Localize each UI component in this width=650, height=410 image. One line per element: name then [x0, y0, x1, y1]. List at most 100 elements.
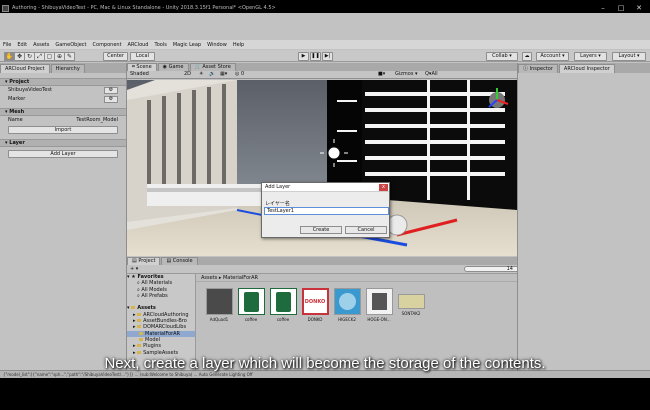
gear-icon[interactable]: ⚙ — [104, 87, 118, 94]
add-layer-button[interactable]: Add Layer — [8, 150, 118, 158]
collab-dropdown[interactable]: Collab ▾ — [486, 52, 518, 61]
play-button[interactable]: ▶ — [298, 52, 309, 61]
close-icon[interactable]: x — [379, 184, 388, 191]
folder-icon — [137, 319, 142, 323]
folder-icon — [137, 325, 142, 329]
import-button[interactable]: Import — [8, 126, 118, 134]
asset-thumbnail — [397, 294, 425, 309]
asset-label: HIGECK2 — [338, 317, 356, 322]
asset-label: DONKO — [307, 317, 323, 322]
menu-assets[interactable]: Assets — [33, 42, 49, 48]
asset-item[interactable]: HOGE-ON... — [364, 288, 394, 322]
layer-header-label: Layer — [9, 140, 25, 146]
video-subtitle: Next, create a layer which will become t… — [104, 355, 546, 372]
menu-window[interactable]: Window — [207, 42, 227, 48]
tab-scene-label: Scene — [136, 64, 152, 70]
asset-item[interactable]: DONKO DONKO — [300, 288, 330, 322]
layers-dropdown[interactable]: Layers ▾ — [574, 52, 607, 61]
dialog-title: Add Layer — [262, 183, 389, 192]
asset-thumbnail — [237, 288, 265, 315]
effects-dropdown-icon[interactable]: ▦▾ — [220, 71, 227, 78]
camera-settings-icon[interactable]: ■▾ — [378, 71, 385, 78]
minimize-button[interactable]: – — [594, 3, 612, 13]
cancel-button[interactable]: Cancel — [345, 226, 387, 234]
scene-search-placeholder: All — [431, 71, 438, 77]
asset-item[interactable]: coffee — [268, 288, 298, 322]
asset-label: HOGE-ON... — [367, 317, 391, 322]
asset-label: AdQuad1 — [209, 317, 229, 322]
title-bar: Authoring - ShibuyaVideoTest - PC, Mac &… — [0, 3, 650, 13]
asset-item[interactable]: HIGECK2 — [332, 288, 362, 322]
add-layer-dialog: Add Layer x レイヤー名 TestLayer1 Create Canc… — [261, 182, 390, 238]
scene-toolbar: Shaded 2D ☀ 🔊 ▦▾ ◎ 0 ■▾ Gizmos ▾ Q▾ All — [127, 71, 517, 79]
pivot-toggle[interactable]: Center — [103, 52, 128, 61]
menu-magic-leap[interactable]: Magic Leap — [173, 42, 201, 48]
unity-logo-icon — [2, 4, 9, 12]
audio-toggle-icon[interactable]: 🔊 — [209, 71, 215, 78]
unity-editor-window: Authoring - ShibuyaVideoTest - PC, Mac &… — [0, 0, 650, 378]
2d-toggle[interactable]: 2D — [184, 71, 191, 78]
asset-item[interactable]: AdQuad1 — [204, 288, 234, 322]
project-header-label: Project — [9, 79, 30, 85]
tree-label: DOMARCloudLibs — [143, 324, 187, 331]
transform-tools: ✋ ✥ ↻ ⤢ ▢ ⊕ ✎ — [4, 52, 75, 61]
create-dropdown[interactable]: + ▾ — [130, 266, 138, 272]
tree-label: AssetBundles-Bro — [143, 318, 187, 325]
pause-button[interactable]: ❚❚ — [310, 52, 321, 61]
asset-label: SONTAK2 — [401, 311, 421, 316]
tab-console[interactable]: ▤ Console — [161, 257, 198, 265]
shading-mode-dropdown[interactable]: Shaded — [130, 71, 149, 78]
folder-icon — [139, 331, 143, 335]
layer-name-input[interactable]: TestLayer1 — [264, 207, 389, 215]
tab-hierarchy[interactable]: Hierarchy — [50, 64, 85, 73]
folder-icon — [139, 337, 143, 341]
menu-help[interactable]: Help — [233, 42, 244, 48]
project-item[interactable]: Marker ⚙ — [0, 95, 126, 104]
custom-tool-icon[interactable]: ✎ — [64, 52, 75, 61]
tab-game[interactable]: ◉ Game — [157, 63, 189, 71]
tab-scene[interactable]: ⌗ Scene — [127, 63, 157, 71]
step-button[interactable]: ▶| — [322, 52, 333, 61]
tab-arcloud-project[interactable]: ARCloud Project — [0, 64, 50, 73]
gizmos-dropdown[interactable]: Gizmos ▾ — [395, 71, 418, 78]
tab-asset-store[interactable]: 🛒 Asset Store — [189, 63, 236, 71]
gear-icon[interactable]: ⚙ — [104, 96, 118, 103]
maximize-button[interactable]: □ — [612, 3, 630, 13]
asset-thumbnail — [269, 288, 297, 315]
asset-item[interactable]: SONTAK2 — [396, 288, 426, 316]
menu-edit[interactable]: Edit — [17, 42, 27, 48]
menu-component[interactable]: Component — [93, 42, 122, 48]
asset-label: coffee — [276, 317, 290, 322]
hidden-objects-icon[interactable]: ◎ 0 — [235, 71, 244, 78]
menu-tools[interactable]: Tools — [154, 42, 166, 48]
project-section-header[interactable]: ▾ Project — [0, 78, 126, 86]
menu-file[interactable]: File — [3, 42, 11, 48]
space-toggle[interactable]: Local — [130, 52, 155, 61]
account-dropdown[interactable]: Account ▾ — [536, 52, 569, 61]
scene-search-field[interactable]: Q▾ All — [425, 71, 438, 78]
tab-inspector-label: Inspector — [529, 66, 553, 72]
mesh-section-header[interactable]: ▾ Mesh — [0, 108, 126, 116]
project-tabs: ▤ Project ▤ Console — [127, 257, 517, 265]
breadcrumb[interactable]: Assets ▸ MaterialForAR — [196, 274, 517, 282]
tab-arcloud-inspector[interactable]: ARCloud Inspector — [558, 64, 615, 73]
menu-gameobject[interactable]: GameObject — [55, 42, 86, 48]
zoom-slider-value[interactable]: 14 — [507, 266, 513, 272]
lighting-toggle-icon[interactable]: ☀ — [199, 71, 203, 78]
tab-project[interactable]: ▤ Project — [127, 257, 161, 265]
layer-section-header[interactable]: ▾ Layer — [0, 139, 126, 147]
menu-arcloud[interactable]: ARCloud — [128, 42, 149, 48]
asset-item[interactable]: coffee — [236, 288, 266, 322]
create-button[interactable]: Create — [300, 226, 342, 234]
asset-thumbnail — [365, 288, 393, 315]
close-window-button[interactable]: ✕ — [630, 3, 648, 13]
letterbox-bottom — [0, 378, 650, 410]
cloud-icon[interactable]: ☁ — [522, 52, 532, 61]
asset-thumbnail — [205, 288, 233, 315]
scene-tabs: ⌗ Scene ◉ Game 🛒 Asset Store — [127, 63, 517, 71]
layout-dropdown[interactable]: Layout ▾ — [612, 52, 646, 61]
asset-thumbnail: DONKO — [301, 288, 329, 315]
tab-inspector[interactable]: ⓘ Inspector — [518, 64, 558, 73]
project-item[interactable]: ShibuyaVideoTest ⚙ — [0, 86, 126, 95]
tree-label: ARCloudAuthoring — [143, 311, 189, 318]
